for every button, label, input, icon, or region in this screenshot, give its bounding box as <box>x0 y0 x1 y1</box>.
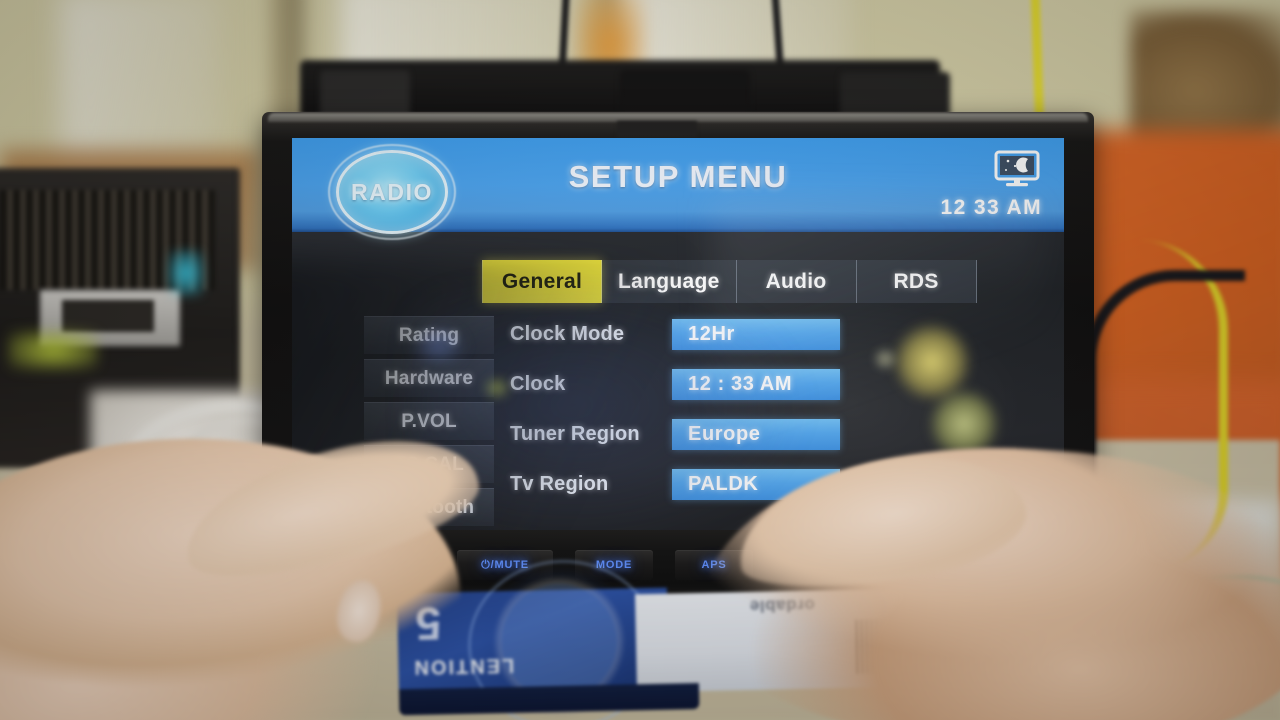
radio-source-button[interactable]: RADIO <box>336 150 448 234</box>
photo-scene: SETUP MENU 12 33 AM RADIO <box>0 0 1280 720</box>
equipment-label-dark <box>62 300 154 332</box>
monitor-night-icon[interactable] <box>994 150 1040 188</box>
green-blur <box>8 330 98 370</box>
teal-indicator <box>168 250 204 296</box>
radio-badge-label: RADIO <box>350 178 434 205</box>
bezel-notch <box>617 121 697 137</box>
screen-glare-green <box>482 376 512 400</box>
screen-glare-small <box>872 346 898 372</box>
screen-glare-blue <box>412 326 466 366</box>
